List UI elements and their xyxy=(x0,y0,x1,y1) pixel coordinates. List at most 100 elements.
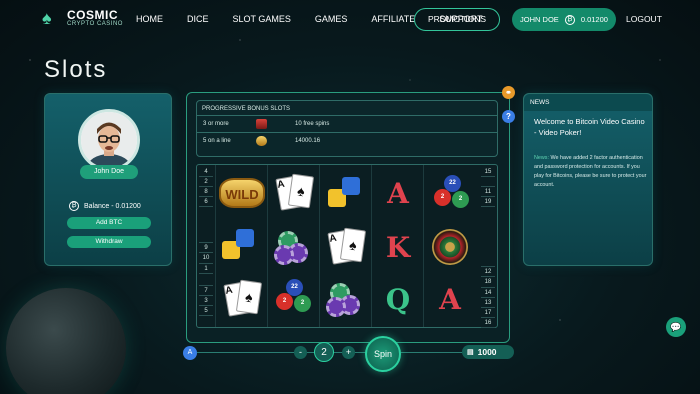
roulette-symbol xyxy=(426,223,474,271)
page-title: Slots xyxy=(44,56,108,83)
balls-symbol: 22 2 2 xyxy=(426,169,474,217)
withdraw-button[interactable]: Withdraw xyxy=(67,236,151,248)
payline-number[interactable]: 19 xyxy=(481,197,495,208)
nav-slot-games[interactable]: SLOT GAMES xyxy=(233,14,291,24)
payline-number[interactable]: 11 xyxy=(481,187,495,198)
payline-number[interactable]: 18 xyxy=(481,277,495,288)
blue-die xyxy=(236,229,254,247)
add-btc-button[interactable]: Add BTC xyxy=(67,217,151,229)
payline-number[interactable]: 14 xyxy=(481,288,495,298)
payline-number[interactable]: 16 xyxy=(481,318,495,328)
bitcoin-icon: ₿ xyxy=(69,201,79,211)
balls-symbol: 22 2 2 xyxy=(270,275,318,323)
bonus-reward: 14000.16 xyxy=(295,138,321,144)
cards-symbol: A ♠ xyxy=(322,223,370,271)
news-header: NEWS xyxy=(524,94,652,111)
payline-number[interactable]: 8 xyxy=(199,187,213,198)
news-text: We have added 2 factor authentication an… xyxy=(534,155,647,188)
ace-symbol: A xyxy=(387,176,409,210)
payline-number[interactable] xyxy=(481,207,495,268)
poker-chips-symbol xyxy=(270,223,318,271)
payline-number[interactable] xyxy=(199,274,213,286)
paylines-left: 4 2 8 6 9 10 1 7 3 5 xyxy=(199,167,213,316)
payline-number[interactable]: 13 xyxy=(481,298,495,308)
payline-number[interactable]: 2 xyxy=(199,177,213,188)
chat-icon[interactable]: 💬 xyxy=(666,317,686,337)
logo[interactable]: ♠ COSMIC CRYPTO CASINO xyxy=(42,8,123,28)
bitcoin-icon: ₿ xyxy=(564,14,575,25)
wild-icon xyxy=(256,136,267,146)
dice-symbol xyxy=(218,223,266,271)
bonus-reward: 10 free spins xyxy=(295,121,330,127)
top-nav: ♠ COSMIC CRYPTO CASINO HOME DICE SLOT GA… xyxy=(0,0,700,40)
news-body: News: We have added 2 factor authenticat… xyxy=(534,154,650,190)
promotions-button[interactable]: PROMOTIONS xyxy=(414,8,500,31)
poker-chips-symbol xyxy=(322,275,370,323)
bet-value: 2 xyxy=(314,342,334,362)
queen-symbol: Q xyxy=(385,282,411,316)
wild-symbol: WILD xyxy=(218,169,266,217)
avatar xyxy=(78,109,140,171)
user-name: JOHN DOE xyxy=(520,15,559,24)
payline-number[interactable]: 9 xyxy=(199,243,213,254)
reel-5: 22 2 2 A xyxy=(423,165,475,327)
bonus-row: 3 or more 10 free spins xyxy=(197,116,497,133)
payline-number[interactable]: 1 xyxy=(199,264,213,274)
user-balance: 0.01200 xyxy=(580,15,608,24)
bonus-row: 5 on a line 14000.16 xyxy=(197,133,497,150)
nav-dice[interactable]: DICE xyxy=(187,14,209,24)
dice-symbol xyxy=(322,169,370,217)
paylines-right: 15 11 19 12 18 14 13 17 16 xyxy=(481,167,495,328)
credits-display: ▤ 1000 xyxy=(462,345,514,359)
bonus-condition: 3 or more xyxy=(203,121,229,127)
slot-machine-icon xyxy=(256,119,267,129)
payline-number[interactable]: 6 xyxy=(199,197,213,208)
logo-title: COSMIC xyxy=(67,8,118,22)
level-badge[interactable]: A xyxy=(183,346,197,360)
payline-number[interactable]: 12 xyxy=(481,267,495,278)
reel-1: WILD A ♠ xyxy=(215,165,267,327)
help-icon[interactable]: ? xyxy=(502,110,515,123)
reels-area: 4 2 8 6 9 10 1 7 3 5 15 11 19 12 18 14 1… xyxy=(196,164,498,328)
bonus-table: PROGRESSIVE BONUS SLOTS 3 or more 10 fre… xyxy=(196,100,498,157)
link-icon[interactable]: ⚭ xyxy=(502,86,515,99)
payline-number[interactable]: 15 xyxy=(481,167,495,178)
ace-symbol: A xyxy=(439,282,461,316)
bonus-condition: 5 on a line xyxy=(203,138,231,144)
spin-button[interactable]: Spin xyxy=(365,336,401,372)
profile-balance: ₿ Balance - 0.01200 xyxy=(69,201,141,211)
reel-4: A K Q xyxy=(371,165,423,327)
bet-minus-button[interactable]: - xyxy=(294,346,307,359)
bonus-table-title: PROGRESSIVE BONUS SLOTS xyxy=(197,101,497,116)
cards-symbol: A ♠ xyxy=(270,169,318,217)
roulette-wheel-icon xyxy=(432,229,468,265)
profile-balance-text: Balance - 0.01200 xyxy=(84,202,141,210)
reel-3: A ♠ xyxy=(319,165,371,327)
profile-name: John Doe xyxy=(80,165,138,179)
bet-plus-button[interactable]: + xyxy=(342,346,355,359)
logout-link[interactable]: LOGOUT xyxy=(626,14,662,24)
news-title: Welcome to Bitcoin Video Casino - Video … xyxy=(534,117,645,137)
payline-number[interactable]: 3 xyxy=(199,296,213,306)
payline-number[interactable]: 10 xyxy=(199,253,213,264)
logo-subtitle: CRYPTO CASINO xyxy=(67,21,123,27)
king-symbol: K xyxy=(385,230,411,264)
user-balance-pill[interactable]: JOHN DOE ₿ 0.01200 xyxy=(512,8,616,31)
cards-symbol: A ♠ xyxy=(218,275,266,323)
money-icon: ▤ xyxy=(467,349,474,356)
payline-number[interactable] xyxy=(481,177,495,188)
news-panel: NEWS Welcome to Bitcoin Video Casino - V… xyxy=(523,93,653,266)
spade-logo-icon: ♠ xyxy=(42,8,52,28)
payline-number[interactable]: 7 xyxy=(199,286,213,296)
profile-panel: John Doe ₿ Balance - 0.01200 Add BTC Wit… xyxy=(44,93,172,266)
nav-affiliate[interactable]: AFFILIATE xyxy=(371,14,415,24)
reel-2: A ♠ 22 2 2 xyxy=(267,165,319,327)
planet-decoration xyxy=(6,288,126,394)
payline-number[interactable] xyxy=(199,207,213,244)
nav-games[interactable]: GAMES xyxy=(315,14,348,24)
news-tag: News: xyxy=(534,155,549,161)
nav-home[interactable]: HOME xyxy=(136,14,163,24)
payline-number[interactable]: 5 xyxy=(199,306,213,316)
payline-number[interactable]: 4 xyxy=(199,167,213,178)
payline-number[interactable]: 17 xyxy=(481,308,495,318)
